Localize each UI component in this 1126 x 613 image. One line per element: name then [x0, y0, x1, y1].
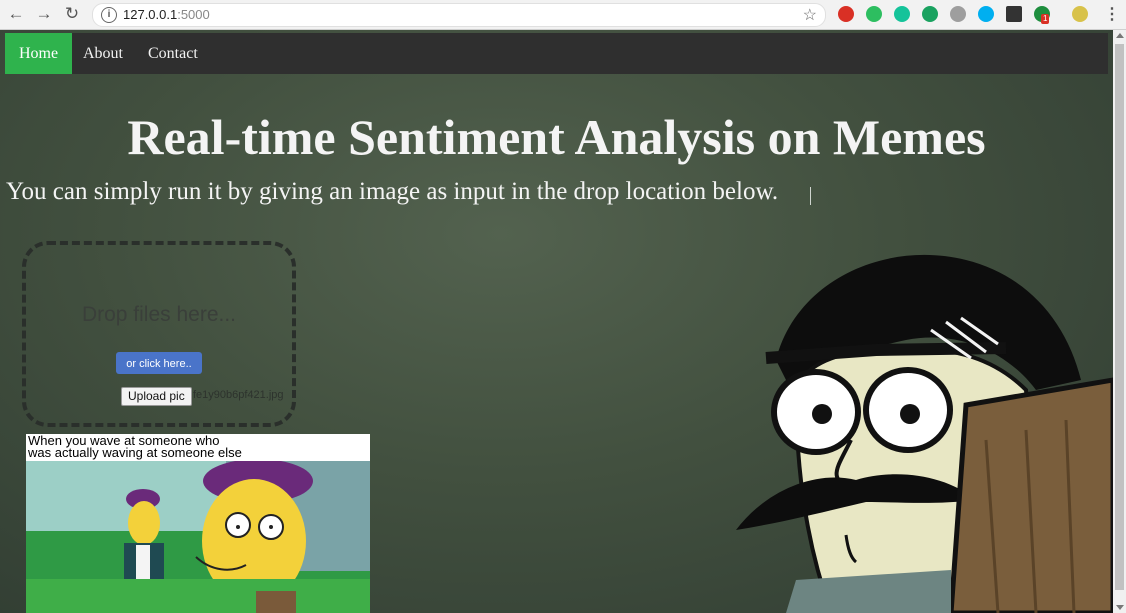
- ublock-icon[interactable]: [838, 6, 854, 22]
- browser-menu-icon[interactable]: ⋮: [1104, 4, 1120, 24]
- scroll-down-icon[interactable]: [1116, 605, 1124, 610]
- address-bar[interactable]: i 127.0.0.1:5000 ☆: [92, 3, 826, 27]
- site-info-icon[interactable]: i: [101, 7, 117, 23]
- badge-ext-icon[interactable]: 1: [1034, 6, 1050, 24]
- evernote-icon[interactable]: [866, 6, 882, 22]
- green-ext-icon[interactable]: [922, 6, 938, 22]
- selected-file-name: fe1y90b6pf421.jpg: [193, 389, 284, 401]
- nav-about-link[interactable]: About: [69, 33, 137, 74]
- upload-pic-button[interactable]: Upload pic: [121, 387, 192, 406]
- url-port: :5000: [177, 7, 210, 22]
- meme-caption: When you wave at someone who was actuall…: [26, 434, 370, 461]
- gray-ext-icon[interactable]: [950, 6, 966, 22]
- meme-image: [26, 461, 370, 613]
- forward-icon[interactable]: →: [34, 4, 54, 24]
- drop-files-text: Drop files here...: [81, 303, 237, 326]
- page-subtitle: You can simply run it by giving an image…: [6, 178, 779, 205]
- page-scrollbar[interactable]: [1113, 30, 1126, 613]
- nav-contact-link[interactable]: Contact: [134, 33, 212, 74]
- uploaded-meme-preview: When you wave at someone who was actuall…: [26, 434, 370, 613]
- page-title: Real-time Sentiment Analysis on Memes: [127, 109, 986, 165]
- back-icon[interactable]: ←: [6, 4, 26, 24]
- extension-badge: 1: [1041, 14, 1050, 24]
- reload-icon[interactable]: ↻: [62, 4, 82, 24]
- bookmark-star-icon[interactable]: ☆: [803, 5, 817, 25]
- x-ext-icon[interactable]: [1006, 6, 1022, 22]
- url-host: 127.0.0.1: [123, 7, 178, 22]
- scrollbar-thumb[interactable]: [1115, 44, 1124, 590]
- browse-files-button[interactable]: or click here..: [116, 352, 202, 374]
- scroll-up-icon[interactable]: [1116, 33, 1124, 38]
- nav-home-link[interactable]: Home: [5, 33, 73, 74]
- grammarly-icon[interactable]: [894, 6, 910, 22]
- avatar-icon[interactable]: [1072, 6, 1088, 22]
- text-cursor: [810, 187, 811, 205]
- top-navbar: Home About Contact: [5, 33, 1108, 74]
- skype-icon[interactable]: [978, 6, 994, 22]
- mustache-character-illustration: [736, 254, 1113, 613]
- page-content: Home About Contact Real-time Sentiment A…: [0, 30, 1113, 613]
- url-text[interactable]: 127.0.0.1:5000: [123, 7, 210, 22]
- browser-toolbar: ← → ↻ i 127.0.0.1:5000 ☆ 1 ⋮: [0, 0, 1126, 30]
